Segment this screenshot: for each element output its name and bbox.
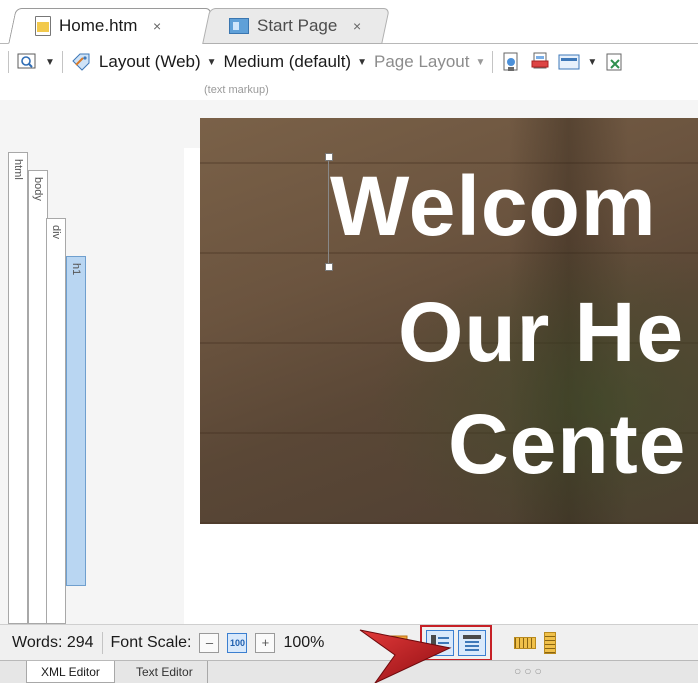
toolbar-separator xyxy=(61,51,63,73)
chevron-down-icon: ▼ xyxy=(357,56,368,68)
tag-bar-h1[interactable]: h1 xyxy=(66,256,86,586)
tag-bar-body[interactable]: body xyxy=(28,170,48,624)
chevron-down-icon: ▼ xyxy=(206,56,217,68)
show-tags-top-button[interactable] xyxy=(458,629,487,656)
document-tab-strip: Home.htm × Start Page × xyxy=(0,0,698,44)
editor-toolbar: ▼ Layout (Web) ▼ Medium (default) ▼ Page… xyxy=(0,45,698,79)
html-document-icon xyxy=(35,16,51,36)
tags-icon[interactable] xyxy=(70,51,92,73)
text-markup-hint: (text markup) xyxy=(204,84,269,96)
toolbar-separator xyxy=(8,51,9,73)
preview-icon[interactable] xyxy=(500,51,522,73)
font-scale-increase-button[interactable]: + xyxy=(255,632,276,653)
tab-xml-editor[interactable]: XML Editor xyxy=(26,661,115,683)
vertical-ruler-icon[interactable] xyxy=(544,631,557,654)
zoom-level: 100% xyxy=(283,633,325,651)
splitter-grip[interactable]: ○○○ xyxy=(514,664,545,678)
close-icon[interactable]: × xyxy=(153,18,161,34)
print-preview-icon[interactable] xyxy=(529,51,551,73)
font-scale-label: Font Scale: xyxy=(110,633,192,651)
chevron-down-icon: ▼ xyxy=(475,56,486,68)
word-count: Words: 294 xyxy=(12,633,94,651)
tag-label-div: div xyxy=(50,225,62,240)
layout-dropdown[interactable]: Layout (Web) ▼ xyxy=(99,52,217,72)
toolbar-separator xyxy=(492,51,494,73)
tab-start-page[interactable]: Start Page × xyxy=(202,8,390,44)
tag-label-html: html xyxy=(12,159,24,180)
tab-home-htm[interactable]: Home.htm × xyxy=(8,8,212,44)
size-dropdown-label: Medium (default) xyxy=(223,52,352,71)
tab-text-editor[interactable]: Text Editor xyxy=(122,661,208,683)
validate-icon[interactable] xyxy=(604,51,626,73)
status-bar: Words: 294 Font Scale: – 100 + 100% xyxy=(0,624,698,661)
horizontal-ruler-icon[interactable] xyxy=(514,636,537,649)
hero-heading-line-3[interactable]: Cente xyxy=(448,396,686,493)
font-scale-reset-label: 100 xyxy=(229,637,245,648)
start-page-icon xyxy=(229,18,249,34)
hero-banner[interactable]: Welcom Our He Cente xyxy=(200,118,698,524)
tag-label-h1: h1 xyxy=(70,263,82,276)
tag-label-body: body xyxy=(32,177,44,201)
tab-start-label: Start Page xyxy=(257,16,338,35)
tag-bar-div[interactable]: div xyxy=(46,218,66,624)
size-dropdown[interactable]: Medium (default) ▼ xyxy=(224,52,367,72)
show-tags-left-button[interactable] xyxy=(426,629,455,656)
hero-heading-line-2[interactable]: Our He xyxy=(398,284,684,381)
image-icon[interactable] xyxy=(558,51,580,73)
text-cursor-handle[interactable] xyxy=(325,153,333,271)
hero-heading-line-1[interactable]: Welcom xyxy=(330,158,657,255)
status-separator xyxy=(101,631,103,654)
page-layout-label: Page Layout xyxy=(374,52,470,71)
chevron-down-icon[interactable]: ▼ xyxy=(45,57,55,68)
tab-home-label: Home.htm xyxy=(59,16,138,35)
chevron-down-icon[interactable]: ▼ xyxy=(587,57,597,68)
editor-mode-tabs: XML Editor Text Editor ○○○ xyxy=(0,660,698,683)
close-icon[interactable]: × xyxy=(353,18,361,34)
font-scale-decrease-button[interactable]: – xyxy=(199,632,220,653)
font-scale-reset-button[interactable]: 100 xyxy=(227,632,248,653)
layout-dropdown-label: Layout (Web) xyxy=(98,52,201,71)
zoom-view-icon[interactable] xyxy=(16,51,38,73)
tag-view-icon[interactable] xyxy=(388,632,410,654)
tag-bar-html[interactable]: html xyxy=(8,152,28,624)
page-layout-dropdown[interactable]: Page Layout ▼ xyxy=(374,52,485,72)
highlighted-view-buttons xyxy=(420,624,493,661)
